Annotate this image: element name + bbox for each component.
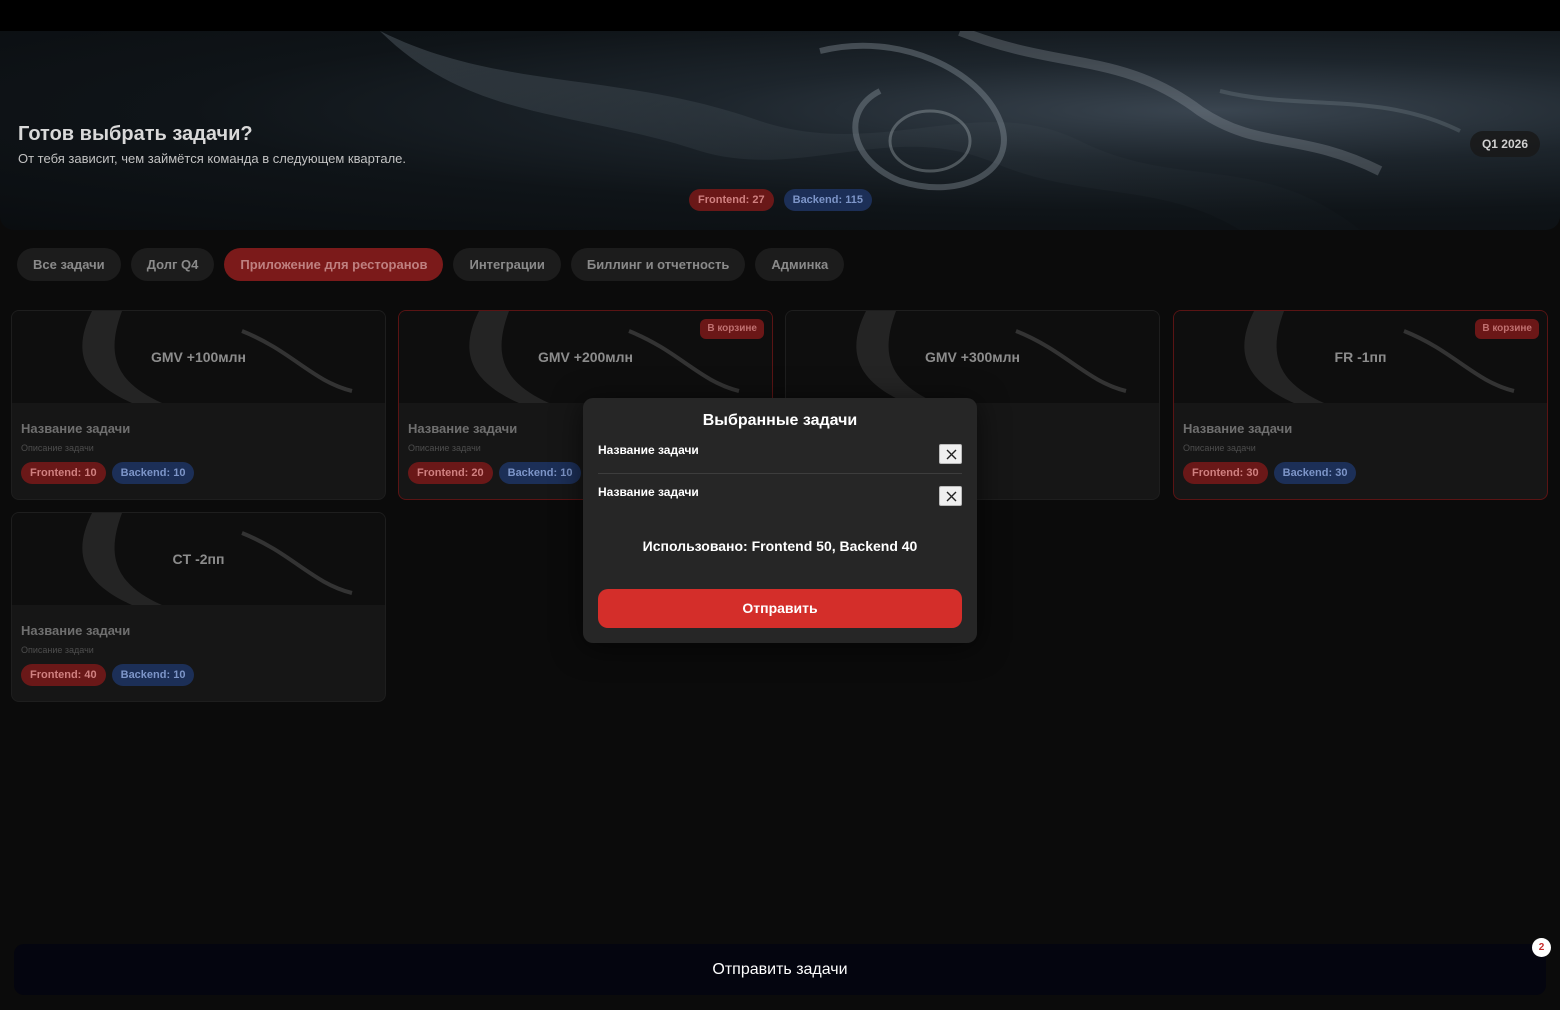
card-description: Описание задачи <box>408 443 481 453</box>
card-cover-title: GMV +300млн <box>924 349 1021 365</box>
send-button[interactable]: Отправить <box>598 589 962 628</box>
card-chips: Frontend: 10 Backend: 10 <box>21 462 195 484</box>
cart-count-badge: 2 <box>1532 938 1551 957</box>
category-filters: Все задачи Долг Q4 Приложение для рестор… <box>17 248 845 281</box>
filter-all-tasks[interactable]: Все задачи <box>17 248 121 281</box>
card-name: Название задачи <box>1183 421 1293 436</box>
backend-chip: Backend: 10 <box>111 462 195 484</box>
card-body: Название задачи Описание задачи Frontend… <box>1183 421 1357 484</box>
filter-restaurant-app[interactable]: Приложение для ресторанов <box>224 248 444 281</box>
remove-item-button[interactable] <box>939 486 962 506</box>
frontend-chip: Frontend: 20 <box>408 462 493 484</box>
frontend-chip: Frontend: 10 <box>21 462 106 484</box>
card-chips: Frontend: 30 Backend: 30 <box>1183 462 1357 484</box>
submit-tasks-button[interactable]: Отправить задачи <box>14 944 1546 995</box>
task-card[interactable]: CT -2пп Название задачи Описание задачи … <box>11 512 386 702</box>
modal-item-name: Название задачи <box>598 485 699 499</box>
card-cover-title: CT -2пп <box>172 551 225 567</box>
filter-debt-q4[interactable]: Долг Q4 <box>130 248 215 281</box>
card-body: Название задачи Описание задачи Frontend… <box>21 623 195 686</box>
frontend-chip: Frontend: 30 <box>1183 462 1268 484</box>
hero-banner: Готов выбрать задачи? От тебя зависит, ч… <box>0 31 1560 230</box>
card-cover-title: GMV +100млн <box>150 349 247 365</box>
modal-list-item: Название задачи <box>598 480 962 522</box>
filter-admin[interactable]: Админка <box>755 248 845 281</box>
filter-integrations[interactable]: Интеграции <box>453 248 561 281</box>
card-name: Название задачи <box>21 421 131 436</box>
task-card[interactable]: GMV +100млн Название задачи Описание зад… <box>11 310 386 500</box>
quarter-badge: Q1 2026 <box>1470 131 1540 157</box>
card-name: Название задачи <box>408 421 518 436</box>
page: Готов выбрать задачи? От тебя зависит, ч… <box>0 0 1560 1010</box>
hero-title: Готов выбрать задачи? <box>18 123 253 145</box>
top-bar <box>0 0 1560 31</box>
card-body: Название задачи Описание задачи Frontend… <box>21 421 195 484</box>
card-description: Описание задачи <box>1183 443 1256 453</box>
card-name: Название задачи <box>21 623 131 638</box>
card-chips: Frontend: 40 Backend: 10 <box>21 664 195 686</box>
frontend-total-chip: Frontend: 27 <box>689 189 774 211</box>
task-card[interactable]: FR -1пп В корзине Название задачи Описан… <box>1173 310 1548 500</box>
selected-tasks-modal: Выбранные задачи Название задачи Названи… <box>583 398 977 643</box>
close-icon <box>946 449 957 460</box>
modal-item-name: Название задачи <box>598 443 699 457</box>
modal-title: Выбранные задачи <box>702 412 858 429</box>
usage-summary: Использовано: Frontend 50, Backend 40 <box>642 538 918 554</box>
backend-chip: Backend: 10 <box>111 664 195 686</box>
backend-total-chip: Backend: 115 <box>783 189 872 211</box>
frontend-chip: Frontend: 40 <box>21 664 106 686</box>
hero-stats: Frontend: 27 Backend: 115 <box>689 189 872 211</box>
card-description: Описание задачи <box>21 645 94 655</box>
filter-billing[interactable]: Биллинг и отчетность <box>570 248 746 281</box>
card-description: Описание задачи <box>21 443 94 453</box>
in-cart-badge: В корзине <box>1475 319 1539 339</box>
close-icon <box>946 491 957 502</box>
card-cover: CT -2пп <box>12 513 385 605</box>
backend-chip: Backend: 10 <box>498 462 582 484</box>
card-cover: GMV +200млн В корзине <box>399 311 772 403</box>
backend-chip: Backend: 30 <box>1273 462 1357 484</box>
in-cart-badge: В корзине <box>700 319 764 339</box>
modal-divider <box>598 473 962 474</box>
card-body: Название задачи Описание задачи Frontend… <box>408 421 582 484</box>
hero-subtitle: От тебя зависит, чем займётся команда в … <box>18 151 407 166</box>
card-cover: FR -1пп В корзине <box>1174 311 1547 403</box>
remove-item-button[interactable] <box>939 444 962 464</box>
card-cover: GMV +100млн <box>12 311 385 403</box>
card-cover: GMV +300млн <box>786 311 1159 403</box>
card-chips: Frontend: 20 Backend: 10 <box>408 462 582 484</box>
